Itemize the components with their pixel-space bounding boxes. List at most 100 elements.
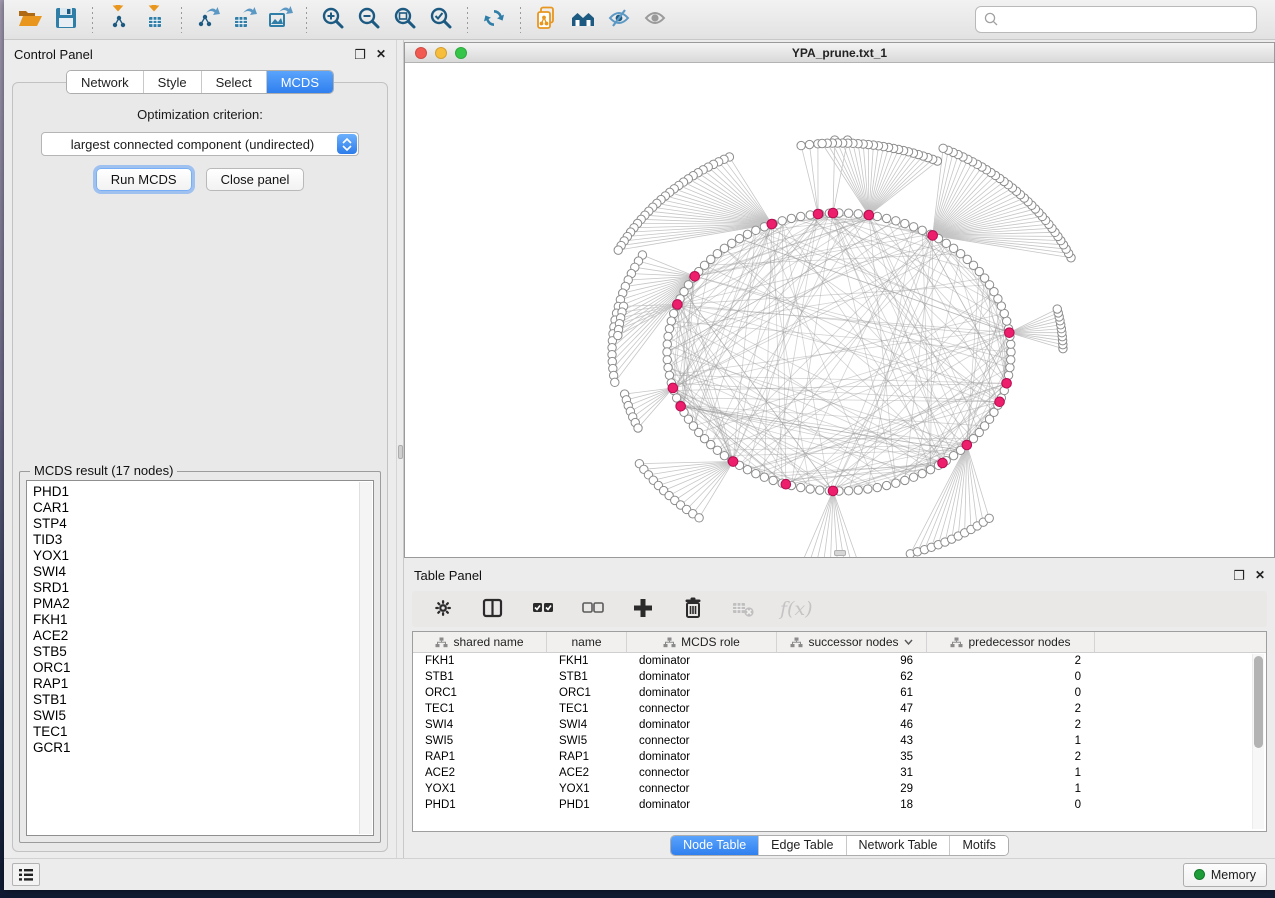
- table-row[interactable]: PHD1PHD1dominator180: [413, 797, 1266, 813]
- cell-predecessor-nodes[interactable]: 0: [927, 687, 1095, 699]
- table-row[interactable]: ORC1ORC1dominator610: [413, 685, 1266, 701]
- network-graph[interactable]: [405, 63, 1274, 557]
- function-builder-icon[interactable]: f(x): [780, 598, 813, 620]
- zoom-in-button[interactable]: [317, 5, 349, 35]
- close-table-panel-icon[interactable]: ✕: [1255, 569, 1265, 581]
- vertical-splitter[interactable]: [396, 40, 404, 858]
- mcds-result-item[interactable]: GCR1: [33, 740, 373, 756]
- tab-network-table[interactable]: Network Table: [847, 836, 951, 855]
- cell-predecessor-nodes[interactable]: 0: [927, 671, 1095, 683]
- run-mcds-button[interactable]: Run MCDS: [96, 168, 192, 191]
- float-table-panel-icon[interactable]: ❐: [1233, 569, 1245, 582]
- mcds-result-item[interactable]: FKH1: [33, 612, 373, 628]
- splitter-handle[interactable]: [398, 445, 403, 459]
- search-input[interactable]: [975, 6, 1257, 33]
- cell-successor-nodes[interactable]: 96: [777, 655, 927, 667]
- cell-name[interactable]: STB1: [547, 671, 627, 683]
- cell-MCDS-role[interactable]: connector: [627, 767, 777, 779]
- column-header-MCDS-role[interactable]: MCDS role: [627, 632, 777, 652]
- cell-MCDS-role[interactable]: dominator: [627, 687, 777, 699]
- cell-shared-name[interactable]: RAP1: [413, 751, 547, 763]
- table-scrollbar[interactable]: [1252, 654, 1264, 829]
- result-list-scrollbar[interactable]: [359, 482, 372, 834]
- table-scrollbar-thumb[interactable]: [1254, 656, 1263, 748]
- network-window-titlebar[interactable]: YPA_prune.txt_1: [405, 43, 1274, 63]
- cell-name[interactable]: PHD1: [547, 799, 627, 811]
- zoom-selected-button[interactable]: [425, 5, 457, 35]
- cell-MCDS-role[interactable]: dominator: [627, 655, 777, 667]
- mcds-result-item[interactable]: STP4: [33, 516, 373, 532]
- table-row[interactable]: FKH1FKH1dominator962: [413, 653, 1266, 669]
- mcds-result-item[interactable]: ORC1: [33, 660, 373, 676]
- cell-predecessor-nodes[interactable]: 1: [927, 767, 1095, 779]
- mcds-result-item[interactable]: TID3: [33, 532, 373, 548]
- cell-MCDS-role[interactable]: dominator: [627, 751, 777, 763]
- network-splitter-handle[interactable]: [834, 550, 846, 556]
- column-header-shared-name[interactable]: shared name: [413, 632, 547, 652]
- cell-predecessor-nodes[interactable]: 2: [927, 655, 1095, 667]
- tab-select[interactable]: Select: [202, 71, 267, 93]
- cell-shared-name[interactable]: SWI4: [413, 719, 547, 731]
- mcds-result-item[interactable]: PHD1: [33, 484, 373, 500]
- column-header-name[interactable]: name: [547, 632, 627, 652]
- tab-style[interactable]: Style: [144, 71, 202, 93]
- memory-button[interactable]: Memory: [1183, 863, 1267, 887]
- hide-graphics-details-button[interactable]: [603, 5, 635, 35]
- export-network-button[interactable]: [192, 5, 224, 35]
- cell-shared-name[interactable]: TEC1: [413, 703, 547, 715]
- table-row[interactable]: TEC1TEC1connector472: [413, 701, 1266, 717]
- delete-table-button[interactable]: [730, 595, 756, 624]
- cell-successor-nodes[interactable]: 31: [777, 767, 927, 779]
- cell-MCDS-role[interactable]: dominator: [627, 719, 777, 731]
- cell-predecessor-nodes[interactable]: 2: [927, 719, 1095, 731]
- cell-MCDS-role[interactable]: connector: [627, 703, 777, 715]
- cell-name[interactable]: SWI5: [547, 735, 627, 747]
- cell-shared-name[interactable]: YOX1: [413, 783, 547, 795]
- cell-shared-name[interactable]: SWI5: [413, 735, 547, 747]
- cell-MCDS-role[interactable]: connector: [627, 735, 777, 747]
- tab-network[interactable]: Network: [67, 71, 144, 93]
- cell-shared-name[interactable]: PHD1: [413, 799, 547, 811]
- float-panel-icon[interactable]: ❐: [354, 48, 366, 61]
- import-table-button[interactable]: [139, 5, 171, 35]
- cell-shared-name[interactable]: ACE2: [413, 767, 547, 779]
- cell-successor-nodes[interactable]: 43: [777, 735, 927, 747]
- close-panel-button[interactable]: Close panel: [206, 168, 305, 191]
- cell-predecessor-nodes[interactable]: 1: [927, 735, 1095, 747]
- cell-successor-nodes[interactable]: 61: [777, 687, 927, 699]
- mcds-result-item[interactable]: TEC1: [33, 724, 373, 740]
- cell-name[interactable]: ACE2: [547, 767, 627, 779]
- tab-edge-table[interactable]: Edge Table: [759, 836, 846, 855]
- deselect-all-button[interactable]: [580, 595, 606, 624]
- open-file-button[interactable]: [14, 5, 46, 35]
- mcds-result-item[interactable]: STB1: [33, 692, 373, 708]
- cell-predecessor-nodes[interactable]: 2: [927, 703, 1095, 715]
- table-row[interactable]: SWI5SWI5connector431: [413, 733, 1266, 749]
- zoom-out-button[interactable]: [353, 5, 385, 35]
- cell-successor-nodes[interactable]: 18: [777, 799, 927, 811]
- export-image-button[interactable]: [264, 5, 296, 35]
- minimize-window-icon[interactable]: [435, 47, 447, 59]
- maximize-window-icon[interactable]: [455, 47, 467, 59]
- mcds-result-item[interactable]: SWI4: [33, 564, 373, 580]
- close-window-icon[interactable]: [415, 47, 427, 59]
- cell-name[interactable]: SWI4: [547, 719, 627, 731]
- mcds-result-item[interactable]: YOX1: [33, 548, 373, 564]
- cell-MCDS-role[interactable]: connector: [627, 783, 777, 795]
- optimization-criterion-select[interactable]: largest connected component (undirected): [41, 132, 359, 156]
- cell-successor-nodes[interactable]: 29: [777, 783, 927, 795]
- mcds-result-item[interactable]: SRD1: [33, 580, 373, 596]
- export-table-button[interactable]: [228, 5, 260, 35]
- gear-button[interactable]: [432, 595, 456, 624]
- tab-motifs[interactable]: Motifs: [950, 836, 1007, 855]
- cell-predecessor-nodes[interactable]: 1: [927, 783, 1095, 795]
- mcds-result-item[interactable]: PMA2: [33, 596, 373, 612]
- close-panel-icon[interactable]: ✕: [376, 48, 386, 60]
- column-header-predecessor-nodes[interactable]: predecessor nodes: [927, 632, 1095, 652]
- cell-successor-nodes[interactable]: 35: [777, 751, 927, 763]
- table-row[interactable]: STB1STB1dominator620: [413, 669, 1266, 685]
- cell-name[interactable]: TEC1: [547, 703, 627, 715]
- mcds-result-list[interactable]: PHD1CAR1STP4TID3YOX1SWI4SRD1PMA2FKH1ACE2…: [26, 480, 374, 836]
- mcds-result-item[interactable]: CAR1: [33, 500, 373, 516]
- cell-successor-nodes[interactable]: 46: [777, 719, 927, 731]
